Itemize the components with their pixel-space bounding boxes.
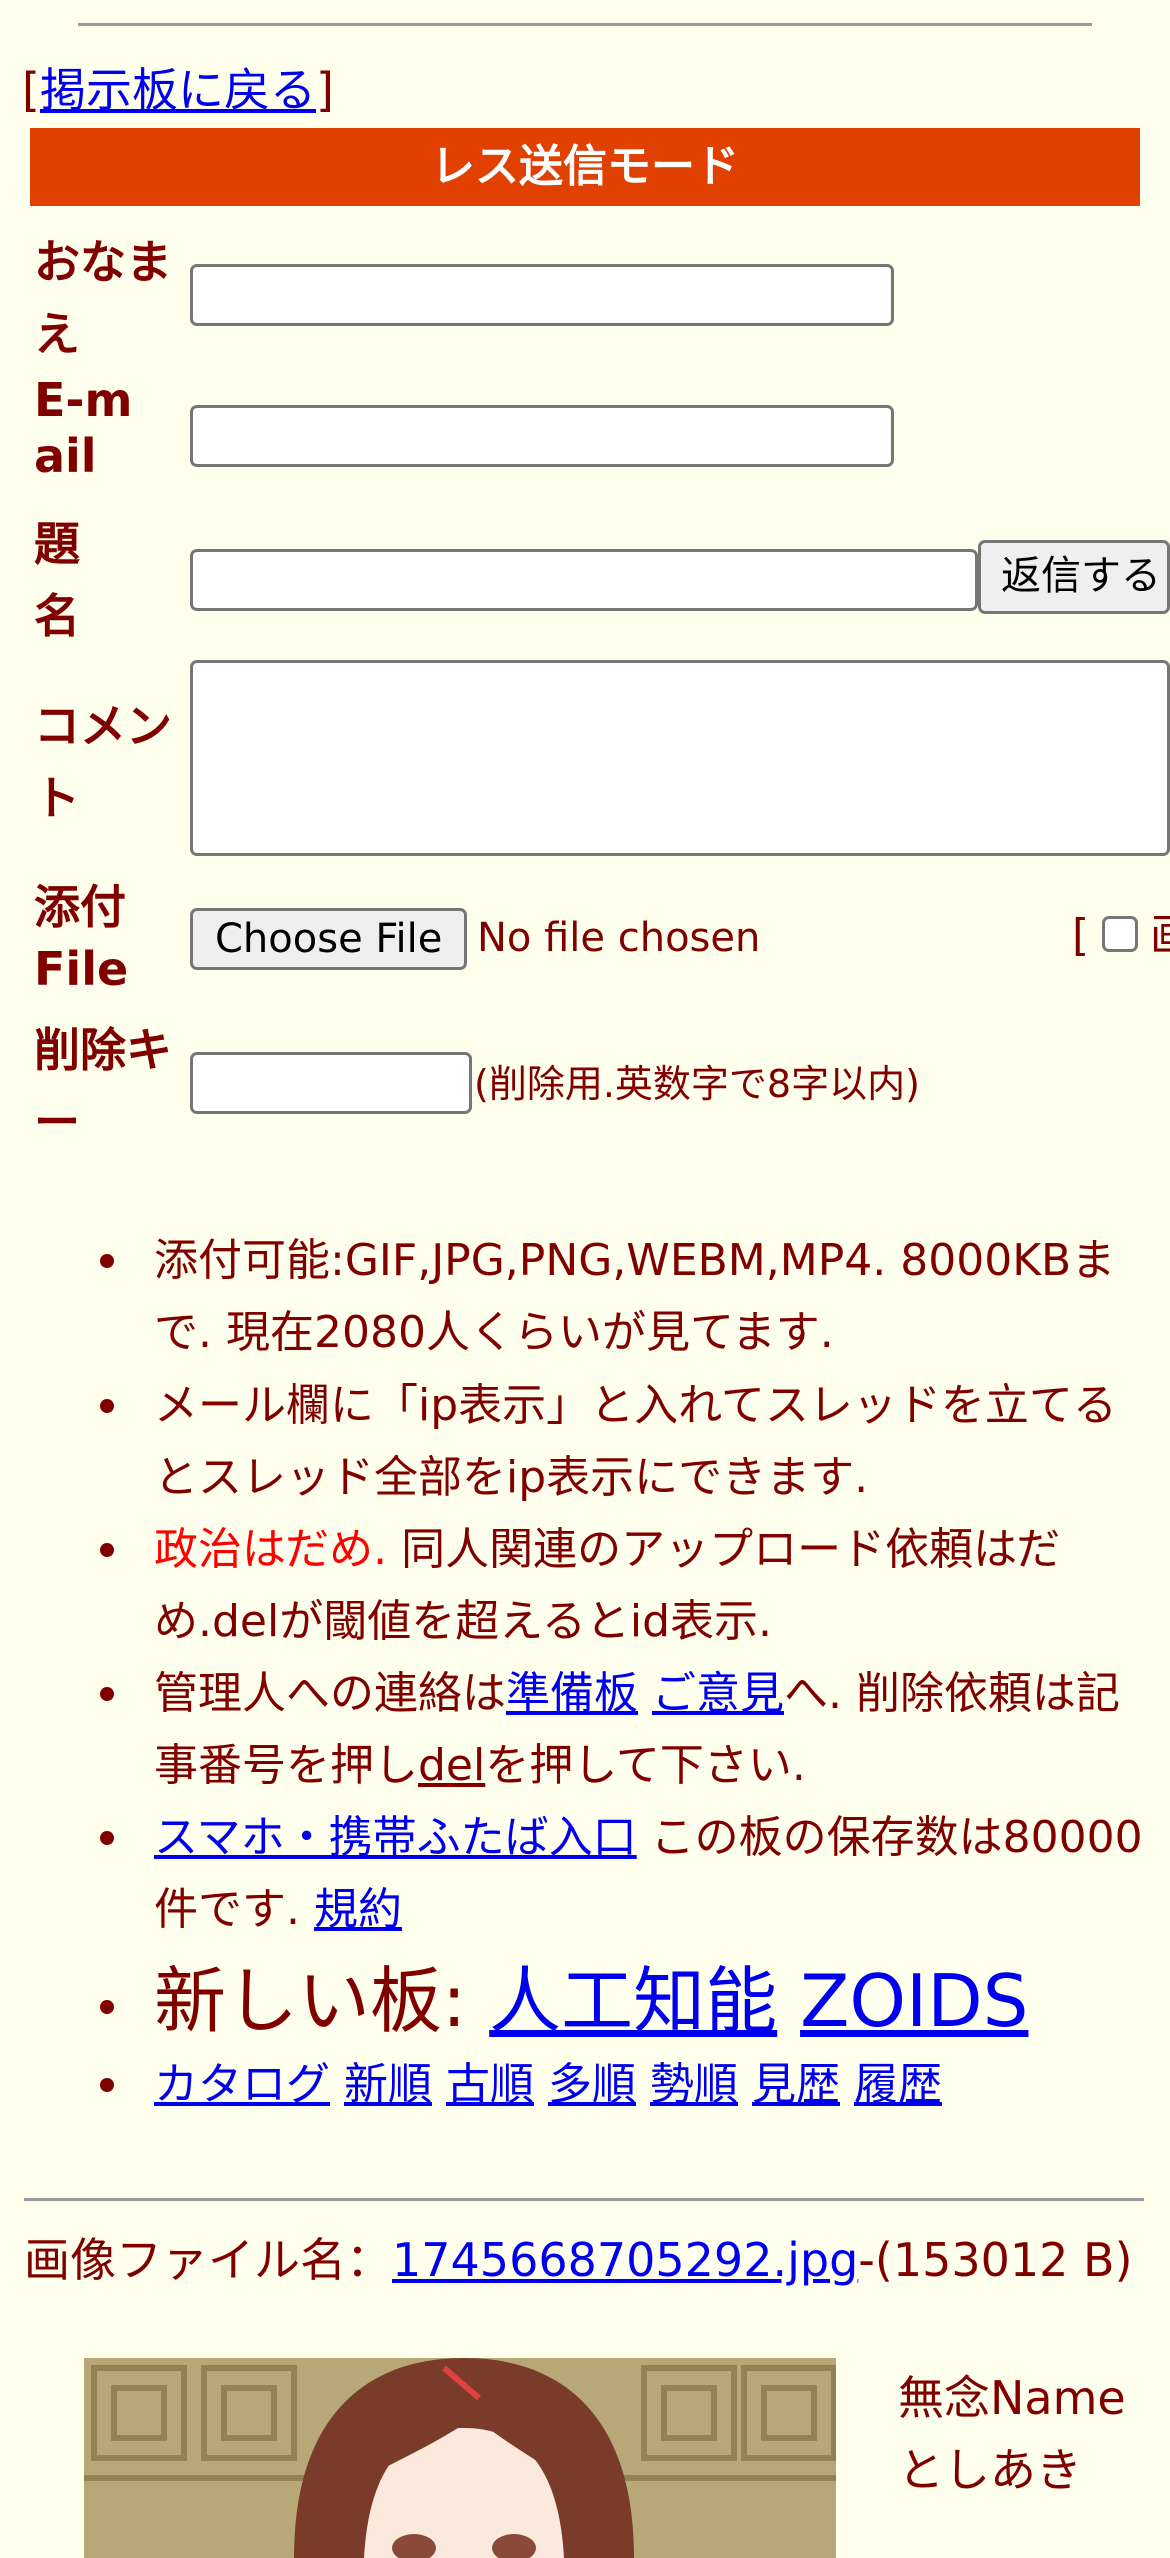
info-item-new-boards: 新しい板: 人工知能 ZOIDS [154, 1959, 1029, 2043]
bracket-close: ] [315, 63, 334, 117]
info-item-sort-links: カタログ 新順 古順 多順 勢順 見歴 履歴 [154, 2049, 1154, 2121]
bullet-icon [100, 1687, 114, 1701]
bullet-icon [100, 2078, 114, 2092]
email-input[interactable] [190, 405, 894, 467]
image-file-link[interactable]: 1745668705292.jpg [392, 2233, 858, 2287]
back-nav: [掲示板に戻る] [22, 58, 334, 122]
sort-new-link[interactable]: 新順 [344, 2059, 432, 2110]
bullet-icon [100, 1831, 114, 1845]
catalog-link[interactable]: カタログ [154, 2059, 330, 2110]
post-thumbnail-image[interactable] [84, 2358, 836, 2558]
zoids-board-link[interactable]: ZOIDS [800, 1959, 1028, 2043]
bullet-icon [100, 1254, 114, 1268]
top-divider [78, 23, 1092, 26]
image-file-info: 画像ファイル名：1745668705292.jpg-(153012 B) [24, 2233, 1133, 2287]
sort-old-link[interactable]: 古順 [446, 2059, 534, 2110]
subject-input[interactable] [190, 549, 978, 611]
file-option-label: 画 [1150, 906, 1170, 966]
post-history-link[interactable]: 履歴 [854, 2059, 942, 2110]
info-item-ip: メール欄に「ip表示」と入れてスレッドを立てるとスレッド全部をip表示にできます… [154, 1380, 1117, 1503]
name-label: おなまえ [34, 235, 172, 361]
mobile-entrance-link[interactable]: スマホ・携帯ふたば入口 [154, 1812, 637, 1863]
politics-warning: 政治はだめ. [154, 1524, 388, 1575]
file-label: 添付File [34, 880, 129, 996]
comment-textarea[interactable] [190, 660, 1170, 856]
terms-link[interactable]: 規約 [314, 1884, 402, 1935]
sort-many-link[interactable]: 多順 [548, 2059, 636, 2110]
file-option-checkbox[interactable] [1102, 916, 1138, 952]
bracket-open: [ [22, 63, 40, 117]
sort-momentum-link[interactable]: 勢順 [650, 2059, 738, 2110]
subject-label: 題名 [34, 517, 80, 643]
reply-submit-button[interactable]: 返信する [978, 540, 1170, 614]
delete-key-note: (削除用.英数字で8字以内) [474, 1062, 920, 1106]
bullet-icon [100, 1543, 114, 1557]
bullet-icon [100, 2000, 114, 2014]
delete-key-input[interactable] [190, 1052, 472, 1114]
view-history-link[interactable]: 見歴 [752, 2059, 840, 2110]
email-label: E-mail [34, 373, 133, 483]
prep-board-link[interactable]: 準備板 [506, 1668, 638, 1719]
info-item-contact: 管理人への連絡は準備板 ご意見へ. 削除依頼は記事番号を押しdelを押して下さい… [154, 1668, 1120, 1791]
feedback-link[interactable]: ご意見 [652, 1668, 784, 1719]
back-to-board-link[interactable]: 掲示板に戻る [40, 63, 316, 117]
file-option-bracket: [ [1072, 910, 1090, 961]
poster-name-line2: としあき [898, 2443, 1082, 2497]
ai-board-link[interactable]: 人工知能 [489, 1959, 777, 2043]
info-item-upload: 添付可能:GIF,JPG,PNG,WEBM,MP4. 8000KBまで. 現在2… [154, 1235, 1116, 1358]
info-item-mobile: スマホ・携帯ふたば入口 この板の保存数は80000件です. 規約 [154, 1812, 1143, 1935]
del-link[interactable]: del [418, 1740, 485, 1791]
thumbnail-graphic [84, 2358, 836, 2558]
delete-key-label: 削除キー [34, 1023, 172, 1149]
comment-label: コメント [34, 699, 172, 825]
bullet-icon [100, 1399, 114, 1413]
file-status-text: No file chosen [477, 915, 761, 961]
poster-name-line1: 無念Name [898, 2371, 1126, 2425]
poster-name: 無念Name としあき [898, 2362, 1126, 2506]
thread-divider [24, 2198, 1144, 2201]
name-input[interactable] [190, 264, 894, 326]
info-item-rules: 政治はだめ. 同人関連のアップロード依頼はだめ.delが閾値を超えるとid表示. [154, 1524, 1061, 1647]
choose-file-button[interactable]: Choose File [190, 908, 468, 970]
reply-mode-banner: レス送信モード [30, 128, 1140, 206]
